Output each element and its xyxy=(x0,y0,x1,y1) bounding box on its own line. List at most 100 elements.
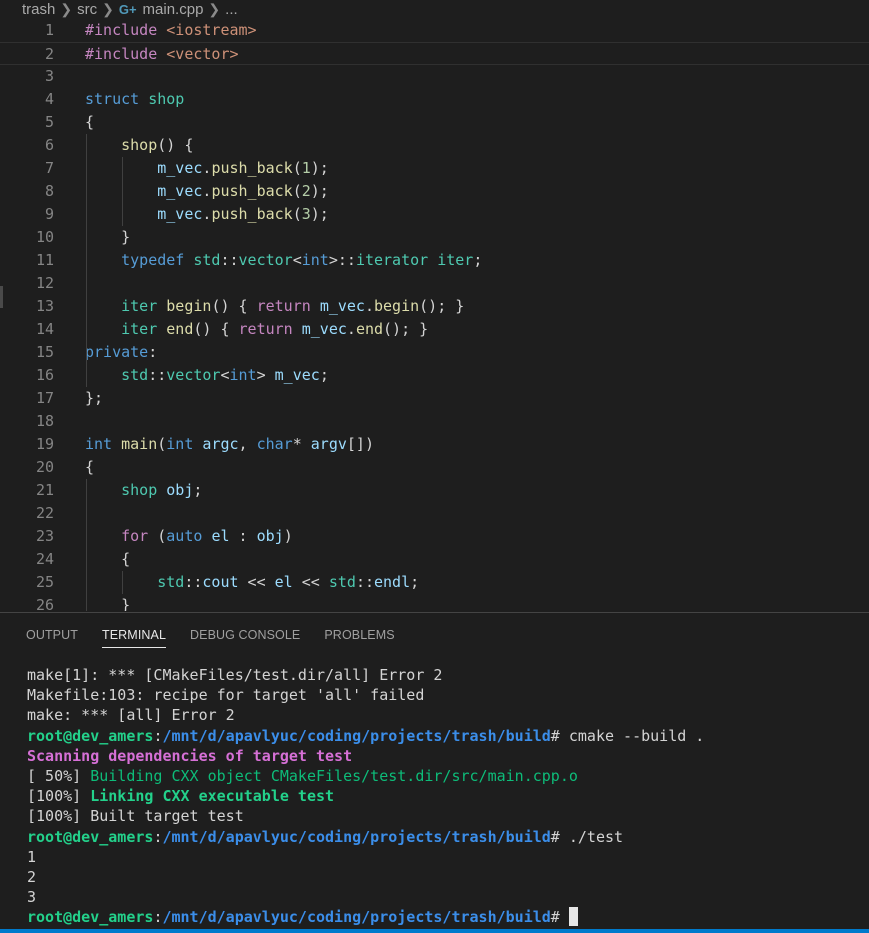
tab-output[interactable]: OUTPUT xyxy=(26,613,78,657)
code-line[interactable]: 19 int main(int argc, char* argv[]) xyxy=(0,433,869,456)
code-line[interactable]: 25 std::cout << el << std::endl; xyxy=(0,571,869,594)
code-line[interactable]: 13 iter begin() { return m_vec.begin(); … xyxy=(0,295,869,318)
tab-debug-console[interactable]: DEBUG CONSOLE xyxy=(190,613,300,657)
line-number: 23 xyxy=(35,527,54,545)
code-line[interactable]: 2 #include <vector> xyxy=(0,42,869,65)
code-token: el xyxy=(274,573,293,591)
code-token: :: xyxy=(355,573,374,591)
code-token: m_vec xyxy=(157,159,203,177)
line-number: 2 xyxy=(44,45,54,63)
code-token: ); xyxy=(310,205,329,223)
code-editor[interactable]: 1 #include <iostream> 2 #include <vector> 3 4… xyxy=(0,18,869,611)
line-number: 25 xyxy=(35,573,54,591)
code-token: ; xyxy=(193,481,203,499)
code-line[interactable]: 26 } xyxy=(0,594,869,611)
code-token: 3 xyxy=(301,205,311,223)
code-token: vector xyxy=(238,251,293,269)
code-text: } xyxy=(85,226,130,249)
code-line[interactable]: 7 m_vec.push_back(1); xyxy=(0,157,869,180)
code-token: m_vec xyxy=(301,320,347,338)
code-line[interactable]: 20 { xyxy=(0,456,869,479)
code-text: #include <vector> xyxy=(85,43,239,66)
code-token: : xyxy=(229,527,257,545)
code-line[interactable]: 15 private: xyxy=(0,341,869,364)
code-line[interactable]: 5{ xyxy=(0,111,869,134)
scroll-marker xyxy=(0,286,3,308)
code-token: shop xyxy=(121,136,158,154)
code-token: main xyxy=(121,435,158,453)
code-token: } xyxy=(85,228,131,246)
status-bar xyxy=(0,929,869,933)
code-token: <iostream> xyxy=(166,21,257,39)
code-token: . xyxy=(364,297,374,315)
terminal-line: root@dev_amers:/mnt/d/apavlyuc/coding/pr… xyxy=(27,907,867,927)
code-token: ( xyxy=(157,527,167,545)
code-line[interactable]: 21 shop obj; xyxy=(0,479,869,502)
code-token: for xyxy=(121,527,158,545)
code-line[interactable]: 10 } xyxy=(0,226,869,249)
terminal-text: 3 xyxy=(27,888,37,907)
code-token: ; xyxy=(410,573,420,591)
breadcrumb-item-file[interactable]: main.cpp xyxy=(143,1,204,18)
line-number: 12 xyxy=(35,274,54,292)
code-text: #include <iostream> xyxy=(85,19,257,42)
code-token: m_vec xyxy=(157,205,203,223)
code-line[interactable]: 22 xyxy=(0,502,869,525)
code-token: , xyxy=(238,435,257,453)
terminal-text: # ./test xyxy=(550,827,624,846)
code-line[interactable]: 4 struct shop xyxy=(0,88,869,111)
breadcrumb-item-trash[interactable]: trash xyxy=(22,1,55,18)
breadcrumb-item-more[interactable]: ... xyxy=(225,1,238,18)
code-line[interactable]: 8 m_vec.push_back(2); xyxy=(0,180,869,203)
code-token: std xyxy=(121,366,149,384)
breadcrumb-item-src[interactable]: src xyxy=(77,1,97,18)
terminal-line: [100%] Linking CXX executable test xyxy=(27,786,867,806)
code-line[interactable]: 12 xyxy=(0,272,869,295)
indent-guide xyxy=(122,157,123,226)
code-text: int main(int argc, char* argv[]) xyxy=(85,433,374,456)
code-token: int xyxy=(301,251,329,269)
code-token: < xyxy=(292,251,302,269)
indent-guide xyxy=(86,479,87,611)
code-token: ( xyxy=(292,205,302,223)
code-token: begin xyxy=(374,297,420,315)
code-line[interactable]: 9 m_vec.push_back(3); xyxy=(0,203,869,226)
code-token: ( xyxy=(292,159,302,177)
code-line[interactable]: 24 { xyxy=(0,548,869,571)
code-token: << xyxy=(238,573,275,591)
code-text: iter end() { return m_vec.end(); } xyxy=(85,318,428,341)
terminal-text: /mnt/d/apavlyuc/coding/projects/trash/bu… xyxy=(162,827,551,846)
code-token: struct xyxy=(85,90,149,108)
code-token: iterator xyxy=(355,251,438,269)
code-line[interactable]: 11 typedef std::vector<int>::iterator it… xyxy=(0,249,869,272)
tab-problems[interactable]: PROBLEMS xyxy=(324,613,394,657)
panel-tabs: OUTPUT TERMINAL DEBUG CONSOLE PROBLEMS xyxy=(0,613,869,657)
code-line[interactable]: 6 shop() { xyxy=(0,134,869,157)
code-line[interactable]: 14 iter end() { return m_vec.end(); } xyxy=(0,318,869,341)
terminal-output[interactable]: make[1]: *** [CMakeFiles/test.dir/all] E… xyxy=(27,665,867,927)
terminal-line: 3 xyxy=(27,887,867,907)
code-token: > xyxy=(256,366,275,384)
code-token: << xyxy=(292,573,329,591)
code-token: :: xyxy=(148,366,167,384)
code-token: obj xyxy=(166,481,194,499)
tab-terminal[interactable]: TERMINAL xyxy=(102,613,167,657)
code-line[interactable]: 3 xyxy=(0,65,869,88)
code-line[interactable]: 17}; xyxy=(0,387,869,410)
terminal-text: [ 50%] xyxy=(27,767,91,786)
code-token: endl xyxy=(374,573,411,591)
code-line[interactable]: 1 #include <iostream> xyxy=(0,19,869,42)
terminal-text: make: *** [all] Error 2 xyxy=(27,706,235,725)
code-token: auto xyxy=(166,527,212,545)
code-token: * xyxy=(292,435,311,453)
code-token: return xyxy=(256,297,320,315)
code-token: ; xyxy=(473,251,483,269)
code-token: int xyxy=(229,366,257,384)
code-line[interactable]: 16 std::vector<int> m_vec; xyxy=(0,364,869,387)
code-text: }; xyxy=(85,387,103,410)
code-line[interactable]: 23 for (auto el : obj) xyxy=(0,525,869,548)
code-token: { xyxy=(85,550,131,568)
code-line[interactable]: 18 xyxy=(0,410,869,433)
